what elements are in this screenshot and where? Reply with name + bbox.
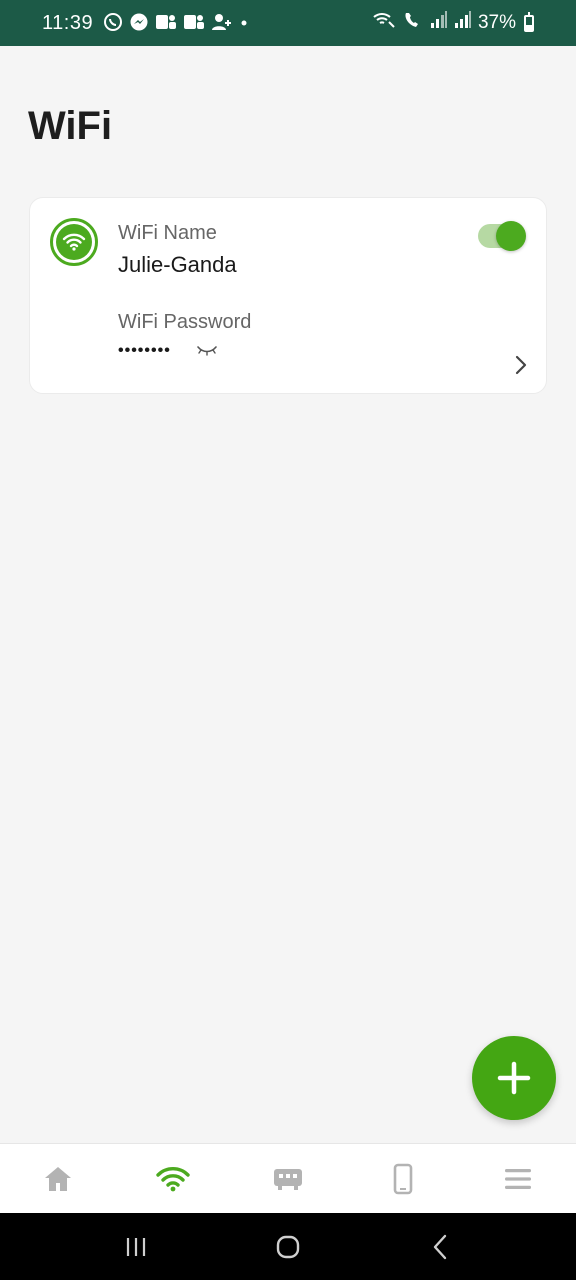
wifi-name-value: Julie-Ganda (118, 252, 237, 277)
viber-icon (103, 12, 123, 35)
battery-percent: 37% (477, 12, 516, 33)
recents-button[interactable] (106, 1217, 166, 1277)
bottom-tab-bar (0, 1143, 576, 1213)
messenger-icon (129, 12, 149, 35)
router-icon (273, 1168, 302, 1190)
status-time: 11:39 (42, 11, 94, 34)
toggle-knob (496, 221, 526, 251)
tab-menu[interactable] (461, 1144, 576, 1214)
tab-devices[interactable] (346, 1144, 461, 1214)
wifi-password-value: •••••••• (118, 342, 171, 359)
back-button[interactable] (410, 1217, 470, 1277)
battery-icon (524, 11, 534, 32)
status-bar: 11:39 37% (0, 0, 576, 46)
signal-icon (430, 10, 448, 36)
home-icon (44, 1166, 71, 1191)
teams-icon (155, 12, 177, 35)
wifi-icon (62, 233, 86, 251)
tab-router[interactable] (230, 1144, 345, 1214)
recents-icon (126, 1237, 146, 1256)
page-title: WiFi (28, 104, 113, 148)
wifi-name-label: WiFi Name (118, 222, 217, 244)
wifi-badge (50, 218, 98, 266)
status-left: 11:39 (42, 12, 249, 35)
wifi-icon (156, 1166, 190, 1191)
wifi-card[interactable]: WiFi Name Julie-Ganda WiFi Password ••••… (29, 197, 547, 394)
home-button[interactable] (258, 1217, 318, 1277)
menu-icon (505, 1168, 532, 1189)
system-nav-bar (0, 1213, 576, 1280)
dot-icon (239, 12, 249, 35)
teams-icon (183, 12, 205, 35)
wifi-enabled-toggle[interactable] (478, 221, 526, 251)
volte-icon (402, 10, 424, 36)
wifi-password-label: WiFi Password (118, 311, 252, 333)
chevron-right-icon[interactable] (514, 354, 528, 381)
eye-closed-icon[interactable] (196, 344, 218, 363)
back-icon (433, 1234, 447, 1259)
contact-add-icon (211, 12, 233, 35)
home-circle-icon (276, 1235, 300, 1258)
tab-wifi[interactable] (115, 1144, 230, 1214)
signal-icon (454, 10, 472, 36)
wifi-calling-icon (372, 10, 396, 36)
phone-icon (393, 1163, 413, 1194)
add-wifi-button[interactable] (472, 1036, 556, 1120)
plus-icon (497, 1061, 531, 1095)
status-right: 37% (372, 10, 534, 36)
tab-home[interactable] (0, 1144, 115, 1214)
